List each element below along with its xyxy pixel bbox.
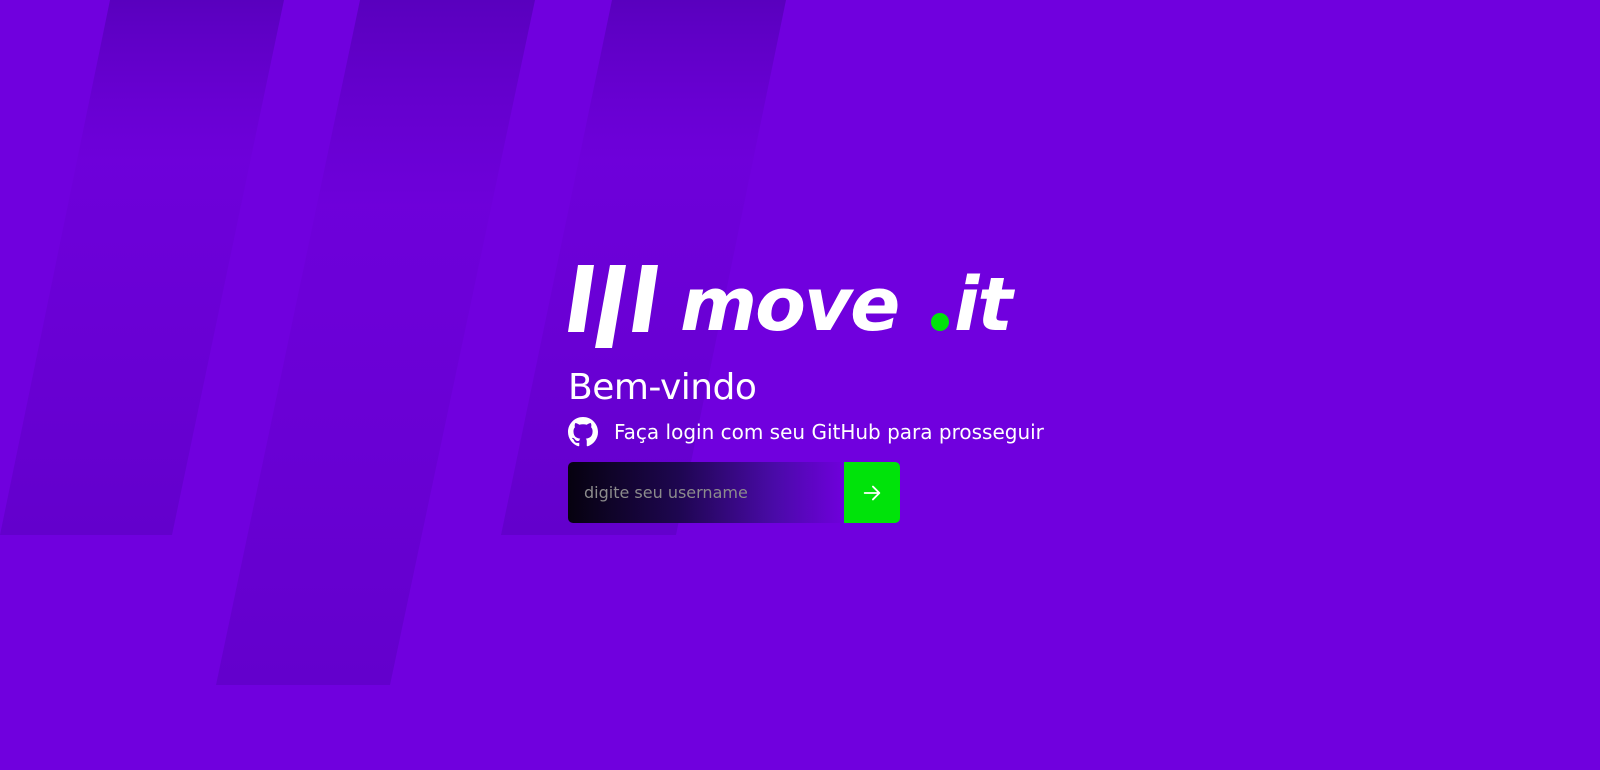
background-stripe xyxy=(216,0,535,685)
logo-wordmark-tail: it xyxy=(954,262,1015,348)
three-slanted-bars-logo-icon xyxy=(568,265,658,348)
arrow-right-icon xyxy=(863,485,881,500)
username-input[interactable] xyxy=(568,462,844,523)
github-icon xyxy=(568,417,598,447)
brand-logo: move it xyxy=(568,262,1017,348)
logo-wordmark-main: move xyxy=(680,262,898,348)
logo-dot xyxy=(931,313,949,331)
login-panel: move it Bem-vindo Faça login com seu Git… xyxy=(568,262,1044,523)
github-login-hint: Faça login com seu GitHub para prossegui… xyxy=(568,417,1044,447)
username-form xyxy=(568,462,900,523)
submit-button[interactable] xyxy=(844,462,900,523)
background-stripe xyxy=(0,0,284,535)
welcome-heading: Bem-vindo xyxy=(568,367,757,408)
login-subtitle: Faça login com seu GitHub para prossegui… xyxy=(614,420,1044,444)
